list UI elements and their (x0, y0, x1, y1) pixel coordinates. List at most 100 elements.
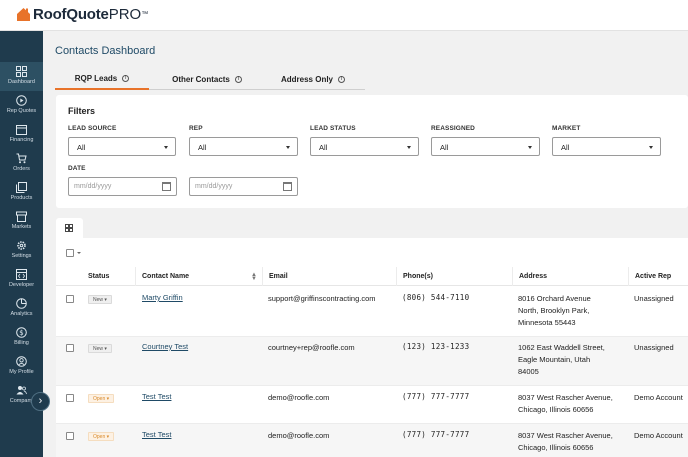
column-header-label: Contact Name (142, 273, 190, 280)
rep-label: REP (189, 125, 203, 132)
email-cell: courtney+rep@roofle.com (268, 343, 355, 352)
sidebar-item-label: Analytics (10, 311, 33, 317)
dollar-icon: $ (16, 327, 27, 338)
chevron-down-icon (286, 146, 290, 149)
dashboard-icon (16, 66, 27, 77)
tab-other-contacts[interactable]: Other Contacts i (158, 69, 256, 90)
market-select[interactable]: All (552, 137, 661, 156)
date-placeholder: mm/dd/yyyy (74, 183, 112, 190)
team-icon (16, 386, 27, 395)
calendar-icon[interactable] (162, 182, 171, 191)
column-header-phone[interactable]: Phone(s) (396, 267, 512, 286)
info-icon[interactable]: i (122, 75, 130, 82)
sidebar-item-analytics[interactable]: Analytics (0, 294, 43, 323)
reassigned-select[interactable]: All (431, 137, 540, 156)
active-rep-cell: Demo Account (634, 393, 683, 402)
tab-rqp-leads[interactable]: RQP Leads i (55, 69, 149, 90)
contact-name-link[interactable]: Courtney Test (142, 341, 188, 353)
sidebar-item-label: Orders (13, 166, 30, 172)
sidebar-item-dashboard[interactable]: Dashboard (0, 62, 43, 91)
contact-name-link[interactable]: Marty Griffin (142, 292, 183, 304)
sidebar-item-developer[interactable]: Developer (0, 265, 43, 294)
app-logo[interactable]: RoofQuote PRO ™ (16, 6, 148, 23)
svg-text:$: $ (19, 329, 23, 337)
sidebar-collapse-button[interactable]: › (31, 392, 50, 411)
sidebar-item-label: Developer (8, 282, 35, 288)
lead-status-select[interactable]: All (310, 137, 419, 156)
lead-source-select[interactable]: All (68, 137, 176, 156)
pie-chart-icon (16, 298, 27, 309)
row-checkbox[interactable] (66, 295, 74, 303)
sidebar-item-label: Settings (11, 253, 32, 259)
column-header-address[interactable]: Address (512, 267, 628, 286)
row-checkbox[interactable] (66, 432, 74, 440)
sidebar-item-orders[interactable]: Orders (0, 149, 43, 178)
table-row[interactable]: New ▾ Marty Griffin support@griffinscont… (56, 287, 688, 337)
sidebar-item-markets[interactable]: Markets (0, 207, 43, 236)
chevron-down-icon (407, 146, 411, 149)
date-to-input[interactable]: mm/dd/yyyy (189, 177, 298, 196)
calendar-icon[interactable] (283, 182, 292, 191)
chevron-down-icon (649, 146, 653, 149)
select-value: All (77, 143, 86, 152)
column-header-status[interactable]: Status (82, 267, 134, 286)
status-badge[interactable]: Open ▾ (88, 432, 115, 441)
table-row[interactable]: Open ▾ Test Test demo@roofle.com (777) 7… (56, 386, 688, 424)
rep-select[interactable]: All (189, 137, 298, 156)
lead-status-label: LEAD STATUS (310, 125, 356, 132)
grid-view-tab[interactable] (56, 218, 83, 238)
contact-name-link[interactable]: Test Test (142, 391, 171, 403)
sidebar-item-label: Rep Quotes (6, 108, 37, 114)
select-value: All (440, 143, 449, 152)
row-checkbox[interactable] (66, 394, 74, 402)
table-row[interactable]: Open ▾ Test Test demo@roofle.com (777) 7… (56, 424, 688, 457)
sidebar-item-products[interactable]: Products (0, 178, 43, 207)
active-rep-cell: Demo Account (634, 431, 683, 440)
status-badge[interactable]: Open ▾ (88, 394, 115, 403)
column-header-active-rep[interactable]: Active Rep (628, 267, 688, 286)
email-cell: support@griffinscontracting.com (268, 294, 376, 303)
sidebar-item-label: Dashboard (8, 79, 35, 85)
tab-label: Other Contacts (172, 75, 230, 84)
select-value: All (319, 143, 328, 152)
sidebar-item-settings[interactable]: Settings (0, 236, 43, 265)
address-line: Minnesota 55443 (518, 318, 576, 327)
sidebar-item-billing[interactable]: $ Billing (0, 323, 43, 352)
address-line: 1062 East Waddell Street, (518, 343, 605, 352)
tab-label: RQP Leads (74, 74, 118, 83)
date-placeholder: mm/dd/yyyy (195, 183, 233, 190)
address-cell: 8037 West Rascher Avenue, Chicago, Illin… (518, 430, 613, 454)
info-icon[interactable]: i (234, 76, 242, 83)
email-cell: demo@roofle.com (268, 431, 330, 440)
column-header-email[interactable]: Email (262, 267, 396, 286)
chevron-down-icon[interactable] (77, 252, 81, 254)
address-cell: 1062 East Waddell Street, Eagle Mountain… (518, 342, 605, 378)
trademark: ™ (141, 11, 149, 18)
address-line: 8016 Orchard Avenue (518, 294, 591, 303)
address-cell: 8016 Orchard Avenue North, Brooklyn Park… (518, 293, 591, 329)
sort-icon[interactable]: ▲ ▼ (251, 272, 257, 282)
sidebar-item-rep-quotes[interactable]: Rep Quotes (0, 91, 43, 120)
status-badge[interactable]: New ▾ (88, 344, 112, 353)
status-badge[interactable]: New ▾ (88, 295, 112, 304)
address-line: Eagle Mountain, Utah (518, 355, 591, 364)
store-icon (16, 211, 27, 222)
tab-address-only[interactable]: Address Only i (273, 69, 353, 90)
reassigned-label: REASSIGNED (431, 125, 475, 132)
address-line: 8037 West Rascher Avenue, (518, 393, 613, 402)
select-value: All (561, 143, 570, 152)
address-line: 84005 (518, 367, 539, 376)
email-cell: demo@roofle.com (268, 393, 330, 402)
lead-source-label: LEAD SOURCE (68, 125, 117, 132)
info-icon[interactable]: i (338, 76, 345, 83)
phone-cell: (777) 777-7777 (402, 392, 470, 401)
column-header-contact-name[interactable]: Contact Name ▲ ▼ (135, 267, 262, 286)
sidebar-item-financing[interactable]: Financing (0, 120, 43, 149)
table-row[interactable]: New ▾ Courtney Test courtney+rep@roofle.… (56, 337, 688, 386)
row-checkbox[interactable] (66, 344, 74, 352)
date-from-input[interactable]: mm/dd/yyyy (68, 177, 177, 196)
address-line: North, Brooklyn Park, (518, 306, 590, 315)
select-all-checkbox[interactable] (66, 249, 74, 257)
contact-name-link[interactable]: Test Test (142, 429, 171, 441)
sidebar-item-my-profile[interactable]: My Profile (0, 352, 43, 381)
